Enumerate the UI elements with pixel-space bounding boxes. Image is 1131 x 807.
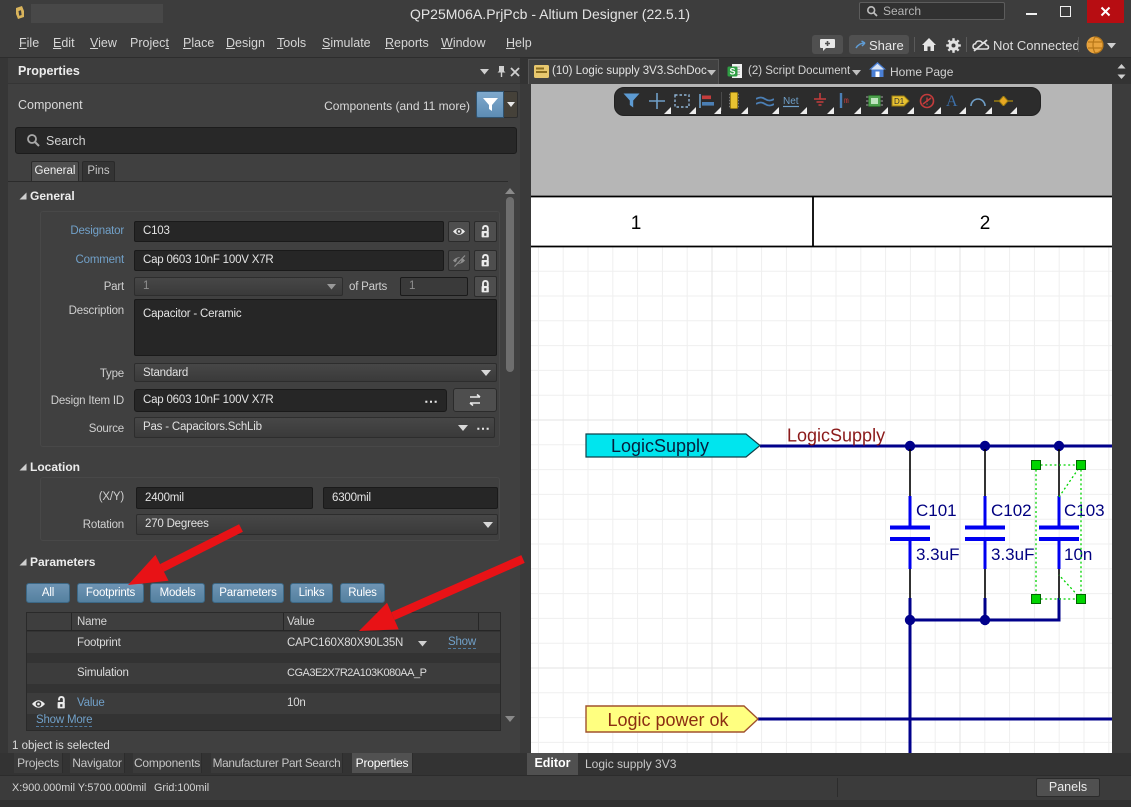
svg-text:3.3uF: 3.3uF (916, 545, 959, 564)
svg-text:10n: 10n (1064, 545, 1092, 564)
svg-text:D1: D1 (894, 97, 905, 106)
svg-text:m: m (844, 97, 849, 106)
svg-text:3.3uF: 3.3uF (991, 545, 1034, 564)
svg-text:C103: C103 (1064, 501, 1105, 520)
svg-text:LogicSupply: LogicSupply (611, 436, 709, 456)
svg-text:Logic power ok: Logic power ok (607, 710, 729, 730)
svg-text:C101: C101 (916, 501, 957, 520)
svg-text:A: A (946, 93, 958, 108)
svg-text:1: 1 (631, 213, 642, 234)
svg-text:C102: C102 (991, 501, 1032, 520)
svg-text:S: S (729, 67, 735, 77)
svg-text:Net: Net (783, 96, 799, 107)
svg-text:2: 2 (980, 213, 991, 234)
svg-text:LogicSupply: LogicSupply (787, 426, 885, 446)
